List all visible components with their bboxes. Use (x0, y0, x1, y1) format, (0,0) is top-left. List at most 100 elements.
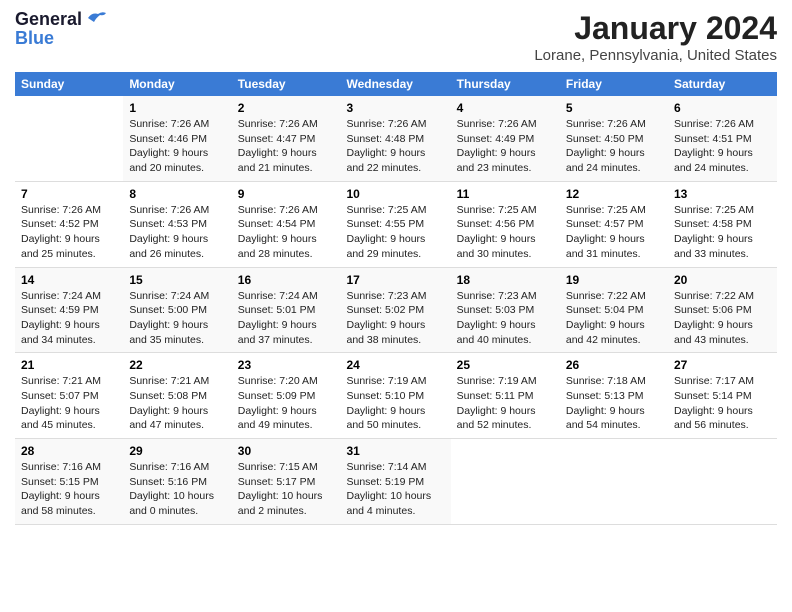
day-number: 28 (21, 444, 117, 458)
logo-bird-icon (86, 10, 108, 26)
day-info: Sunrise: 7:23 AMSunset: 5:03 PMDaylight:… (457, 289, 554, 348)
table-row: 5 Sunrise: 7:26 AMSunset: 4:50 PMDayligh… (560, 96, 668, 181)
table-row: 8 Sunrise: 7:26 AMSunset: 4:53 PMDayligh… (123, 181, 231, 267)
calendar-week-row: 7 Sunrise: 7:26 AMSunset: 4:52 PMDayligh… (15, 181, 777, 267)
table-row: 12 Sunrise: 7:25 AMSunset: 4:57 PMDaylig… (560, 181, 668, 267)
day-info: Sunrise: 7:25 AMSunset: 4:55 PMDaylight:… (346, 203, 444, 262)
day-info: Sunrise: 7:14 AMSunset: 5:19 PMDaylight:… (346, 460, 444, 519)
day-number: 24 (346, 358, 444, 372)
table-row: 9 Sunrise: 7:26 AMSunset: 4:54 PMDayligh… (232, 181, 341, 267)
calendar-week-row: 14 Sunrise: 7:24 AMSunset: 4:59 PMDaylig… (15, 267, 777, 353)
day-number: 13 (674, 187, 771, 201)
table-row: 24 Sunrise: 7:19 AMSunset: 5:10 PMDaylig… (340, 353, 450, 439)
day-number: 12 (566, 187, 662, 201)
day-number: 1 (129, 101, 225, 115)
day-info: Sunrise: 7:15 AMSunset: 5:17 PMDaylight:… (238, 460, 335, 519)
day-info: Sunrise: 7:26 AMSunset: 4:46 PMDaylight:… (129, 117, 225, 176)
day-info: Sunrise: 7:26 AMSunset: 4:50 PMDaylight:… (566, 117, 662, 176)
table-row (668, 439, 777, 525)
day-number: 25 (457, 358, 554, 372)
page-container: General Blue January 2024 Lorane, Pennsy… (0, 0, 792, 535)
day-number: 31 (346, 444, 444, 458)
header-thursday: Thursday (451, 72, 560, 96)
day-number: 21 (21, 358, 117, 372)
day-number: 20 (674, 273, 771, 287)
day-number: 8 (129, 187, 225, 201)
day-number: 6 (674, 101, 771, 115)
table-row: 2 Sunrise: 7:26 AMSunset: 4:47 PMDayligh… (232, 96, 341, 181)
day-info: Sunrise: 7:26 AMSunset: 4:53 PMDaylight:… (129, 203, 225, 262)
day-info: Sunrise: 7:19 AMSunset: 5:10 PMDaylight:… (346, 374, 444, 433)
day-number: 11 (457, 187, 554, 201)
day-number: 19 (566, 273, 662, 287)
table-row: 27 Sunrise: 7:17 AMSunset: 5:14 PMDaylig… (668, 353, 777, 439)
day-number: 10 (346, 187, 444, 201)
table-row: 13 Sunrise: 7:25 AMSunset: 4:58 PMDaylig… (668, 181, 777, 267)
day-info: Sunrise: 7:17 AMSunset: 5:14 PMDaylight:… (674, 374, 771, 433)
day-info: Sunrise: 7:22 AMSunset: 5:06 PMDaylight:… (674, 289, 771, 348)
day-number: 23 (238, 358, 335, 372)
day-number: 2 (238, 101, 335, 115)
day-number: 5 (566, 101, 662, 115)
day-info: Sunrise: 7:26 AMSunset: 4:47 PMDaylight:… (238, 117, 335, 176)
header-wednesday: Wednesday (340, 72, 450, 96)
table-row: 14 Sunrise: 7:24 AMSunset: 4:59 PMDaylig… (15, 267, 123, 353)
day-info: Sunrise: 7:19 AMSunset: 5:11 PMDaylight:… (457, 374, 554, 433)
logo-blue: Blue (15, 28, 54, 49)
table-row: 1 Sunrise: 7:26 AMSunset: 4:46 PMDayligh… (123, 96, 231, 181)
day-info: Sunrise: 7:25 AMSunset: 4:56 PMDaylight:… (457, 203, 554, 262)
header: General Blue January 2024 Lorane, Pennsy… (15, 10, 777, 64)
day-info: Sunrise: 7:26 AMSunset: 4:48 PMDaylight:… (346, 117, 444, 176)
day-info: Sunrise: 7:24 AMSunset: 5:00 PMDaylight:… (129, 289, 225, 348)
calendar-table: Sunday Monday Tuesday Wednesday Thursday… (15, 72, 777, 525)
month-title: January 2024 (534, 10, 777, 47)
day-info: Sunrise: 7:16 AMSunset: 5:16 PMDaylight:… (129, 460, 225, 519)
logo: General Blue (15, 10, 108, 49)
day-info: Sunrise: 7:21 AMSunset: 5:07 PMDaylight:… (21, 374, 117, 433)
day-number: 17 (346, 273, 444, 287)
day-info: Sunrise: 7:23 AMSunset: 5:02 PMDaylight:… (346, 289, 444, 348)
table-row: 10 Sunrise: 7:25 AMSunset: 4:55 PMDaylig… (340, 181, 450, 267)
day-info: Sunrise: 7:24 AMSunset: 4:59 PMDaylight:… (21, 289, 117, 348)
day-number: 9 (238, 187, 335, 201)
table-row (560, 439, 668, 525)
day-number: 27 (674, 358, 771, 372)
header-saturday: Saturday (668, 72, 777, 96)
table-row: 20 Sunrise: 7:22 AMSunset: 5:06 PMDaylig… (668, 267, 777, 353)
day-number: 7 (21, 187, 117, 201)
table-row: 26 Sunrise: 7:18 AMSunset: 5:13 PMDaylig… (560, 353, 668, 439)
table-row: 17 Sunrise: 7:23 AMSunset: 5:02 PMDaylig… (340, 267, 450, 353)
calendar-header-row: Sunday Monday Tuesday Wednesday Thursday… (15, 72, 777, 96)
table-row (451, 439, 560, 525)
calendar-week-row: 28 Sunrise: 7:16 AMSunset: 5:15 PMDaylig… (15, 439, 777, 525)
calendar-week-row: 21 Sunrise: 7:21 AMSunset: 5:07 PMDaylig… (15, 353, 777, 439)
header-sunday: Sunday (15, 72, 123, 96)
day-number: 14 (21, 273, 117, 287)
table-row: 7 Sunrise: 7:26 AMSunset: 4:52 PMDayligh… (15, 181, 123, 267)
table-row: 11 Sunrise: 7:25 AMSunset: 4:56 PMDaylig… (451, 181, 560, 267)
table-row: 30 Sunrise: 7:15 AMSunset: 5:17 PMDaylig… (232, 439, 341, 525)
day-number: 30 (238, 444, 335, 458)
day-info: Sunrise: 7:26 AMSunset: 4:51 PMDaylight:… (674, 117, 771, 176)
day-info: Sunrise: 7:26 AMSunset: 4:54 PMDaylight:… (238, 203, 335, 262)
table-row: 3 Sunrise: 7:26 AMSunset: 4:48 PMDayligh… (340, 96, 450, 181)
day-info: Sunrise: 7:25 AMSunset: 4:58 PMDaylight:… (674, 203, 771, 262)
day-number: 4 (457, 101, 554, 115)
day-number: 15 (129, 273, 225, 287)
header-monday: Monday (123, 72, 231, 96)
header-friday: Friday (560, 72, 668, 96)
table-row: 16 Sunrise: 7:24 AMSunset: 5:01 PMDaylig… (232, 267, 341, 353)
calendar-week-row: 1 Sunrise: 7:26 AMSunset: 4:46 PMDayligh… (15, 96, 777, 181)
day-number: 29 (129, 444, 225, 458)
table-row: 23 Sunrise: 7:20 AMSunset: 5:09 PMDaylig… (232, 353, 341, 439)
table-row: 15 Sunrise: 7:24 AMSunset: 5:00 PMDaylig… (123, 267, 231, 353)
table-row (15, 96, 123, 181)
day-info: Sunrise: 7:18 AMSunset: 5:13 PMDaylight:… (566, 374, 662, 433)
table-row: 29 Sunrise: 7:16 AMSunset: 5:16 PMDaylig… (123, 439, 231, 525)
day-info: Sunrise: 7:25 AMSunset: 4:57 PMDaylight:… (566, 203, 662, 262)
day-number: 26 (566, 358, 662, 372)
location: Lorane, Pennsylvania, United States (534, 47, 777, 64)
table-row: 6 Sunrise: 7:26 AMSunset: 4:51 PMDayligh… (668, 96, 777, 181)
table-row: 4 Sunrise: 7:26 AMSunset: 4:49 PMDayligh… (451, 96, 560, 181)
header-tuesday: Tuesday (232, 72, 341, 96)
